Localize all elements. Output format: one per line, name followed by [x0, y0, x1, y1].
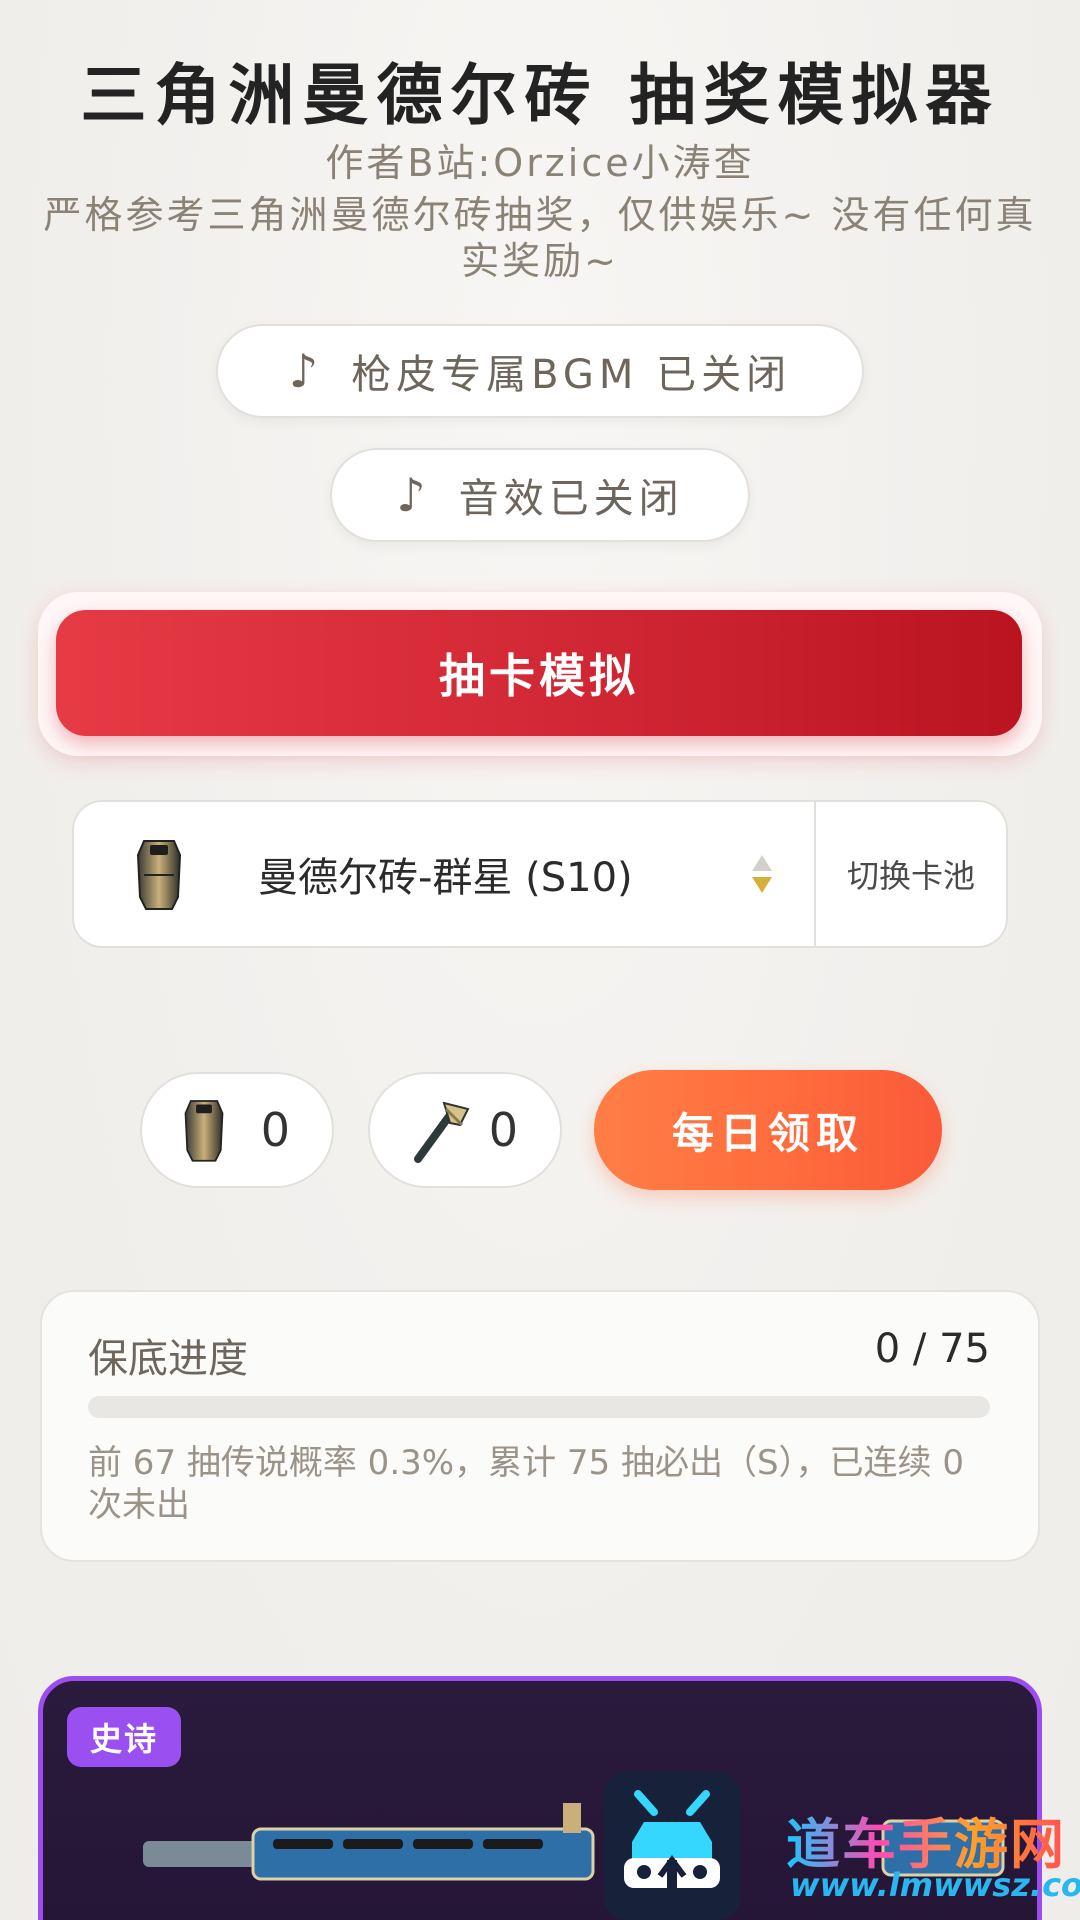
music-note-icon: ♪: [396, 468, 431, 522]
rarity-badge: 史诗: [67, 1707, 181, 1767]
key-counter: 0: [368, 1072, 562, 1188]
bgm-toggle-button[interactable]: ♪ 枪皮专属BGM 已关闭: [216, 324, 864, 418]
bgm-toggle-label: 枪皮专属BGM 已关闭: [351, 352, 792, 398]
pity-progress-card: 保底进度 0 / 75 前 67 抽传说概率 0.3%，累计 75 抽必出（S）…: [40, 1290, 1040, 1562]
pity-label: 保底进度: [88, 1336, 248, 1382]
brick-item-icon: [184, 1100, 224, 1162]
daily-claim-button[interactable]: 每日领取: [594, 1070, 942, 1190]
watermark-logo: [604, 1772, 740, 1920]
draw-button[interactable]: 抽卡模拟: [56, 610, 1022, 736]
switch-pool-button[interactable]: 切换卡池: [816, 851, 1006, 897]
key-count: 0: [488, 1103, 518, 1157]
pity-note: 前 67 抽传说概率 0.3%，累计 75 抽必出（S），已连续 0 次未出: [88, 1443, 964, 1525]
pity-count: 0 / 75: [874, 1326, 990, 1372]
page-title: 三角洲曼德尔砖 抽奖模拟器: [80, 57, 1000, 134]
pity-progress-bar: [88, 1396, 990, 1418]
watermark-url: www.lmwwsz.com: [790, 1866, 1080, 1904]
pool-selector: 曼德尔砖-群星 (S10) 切换卡池: [72, 800, 1008, 948]
draw-button-frame: 抽卡模拟: [38, 592, 1042, 756]
brick-item-icon: [136, 840, 182, 910]
key-item-icon: [414, 1101, 470, 1163]
author-credit: 作者B站:Orzice小涛查: [325, 141, 755, 185]
sfx-toggle-label: 音效已关闭: [458, 476, 684, 522]
sort-arrows-icon: [752, 855, 772, 893]
pool-dropdown[interactable]: 曼德尔砖-群星 (S10): [74, 802, 814, 946]
music-note-icon: ♪: [288, 344, 324, 398]
page: 三角洲曼德尔砖 抽奖模拟器 作者B站:Orzice小涛查 严格参考三角洲曼德尔砖…: [0, 0, 1080, 1920]
pool-name: 曼德尔砖-群星 (S10): [258, 855, 633, 901]
page-description: 严格参考三角洲曼德尔砖抽奖，仅供娱乐~ 没有任何真实奖励~: [43, 193, 1037, 283]
brick-count: 0: [260, 1103, 290, 1157]
brick-counter: 0: [140, 1072, 334, 1188]
sfx-toggle-button[interactable]: ♪ 音效已关闭: [330, 448, 750, 542]
